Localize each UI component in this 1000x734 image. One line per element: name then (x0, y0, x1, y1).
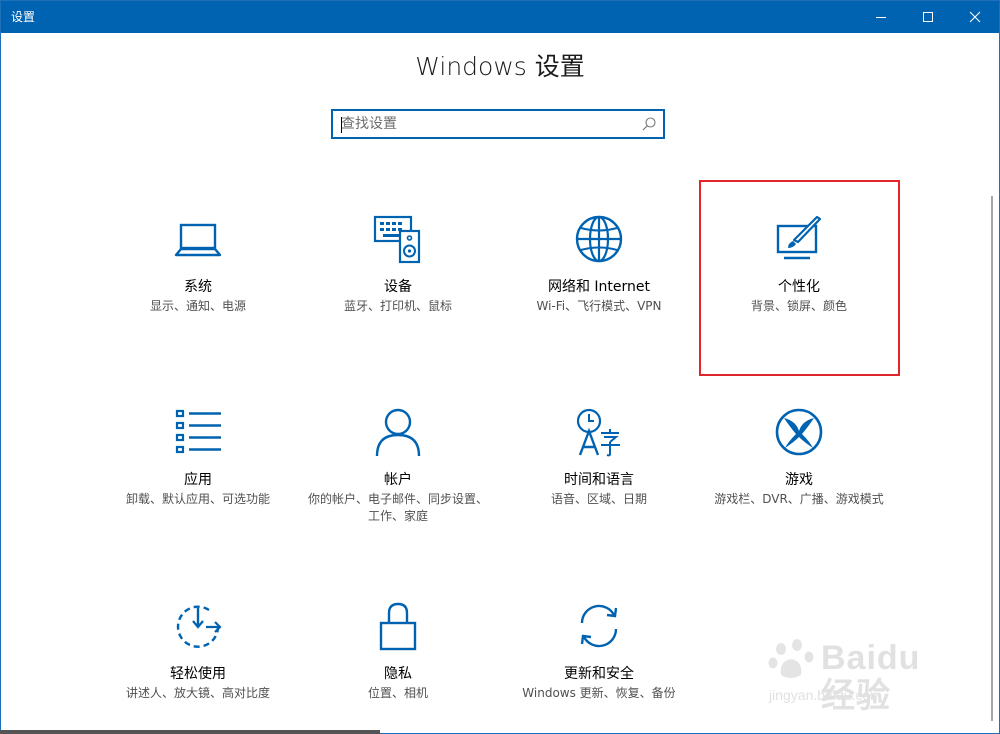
xbox-icon (775, 408, 823, 456)
list-icon (175, 409, 221, 454)
search-box[interactable] (331, 109, 665, 139)
highlight-annotation-box (699, 180, 900, 376)
settings-window: 设置 Windows 设置 系统 显示、通知、电源 (0, 0, 1000, 734)
maximize-button[interactable] (905, 1, 951, 33)
person-icon (375, 408, 421, 457)
tile-name: 游戏 (785, 472, 813, 488)
close-button[interactable] (952, 1, 998, 33)
clock-language-icon (576, 408, 620, 457)
tile-ease-of-access[interactable]: 轻松使用 讲述人、放大镜、高对比度 (103, 601, 293, 733)
tile-description: 你的帐户、电子邮件、同步设置、工作、家庭 (308, 492, 489, 523)
timer-icon (176, 605, 222, 648)
tile-devices[interactable]: 设备 蓝牙、打印机、鼠标 (303, 214, 493, 364)
tile-name: 设备 (384, 279, 412, 295)
tile-name: 更新和安全 (564, 666, 634, 682)
taskbar-edge (0, 730, 380, 734)
sync-icon (580, 604, 618, 648)
tile-name: 应用 (184, 472, 212, 488)
page-title: Windows 设置 (415, 52, 585, 81)
search-icon[interactable] (641, 116, 657, 132)
title-bar[interactable]: 设置 (1, 1, 999, 33)
tile-time-language[interactable]: 时间和语言 语音、区域、日期 (504, 407, 694, 557)
tile-name: 帐户 (384, 472, 412, 488)
watermark-text: Baidu经验 (821, 639, 921, 715)
tile-description: 卸载、默认应用、可选功能 (125, 492, 270, 506)
minimize-button[interactable] (858, 1, 904, 33)
baidu-watermark: Baidu经验 jingyan.baidu.com (761, 633, 951, 715)
tile-name: 系统 (184, 279, 212, 295)
tile-privacy[interactable]: 隐私 位置、相机 (303, 601, 493, 733)
tile-gaming[interactable]: 游戏 游戏栏、DVR、广播、游戏模式 (704, 407, 894, 557)
tile-description: 讲述人、放大镜、高对比度 (125, 686, 270, 700)
globe-icon (575, 215, 623, 263)
window-title: 设置 (11, 10, 36, 24)
tile-description: 语音、区域、日期 (550, 492, 647, 506)
minimize-icon (876, 17, 886, 18)
scrollbar[interactable] (991, 196, 993, 721)
tile-name: 轻松使用 (170, 666, 226, 682)
keyboard-speaker-icon (373, 215, 421, 264)
lock-icon (379, 602, 417, 651)
watermark-url: jingyan.baidu.com (769, 687, 882, 703)
tile-description: 游戏栏、DVR、广播、游戏模式 (714, 492, 884, 506)
tile-apps[interactable]: 应用 卸载、默认应用、可选功能 (103, 407, 293, 557)
tile-accounts[interactable]: 帐户 你的帐户、电子邮件、同步设置、工作、家庭 (303, 407, 493, 557)
tile-description: 显示、通知、电源 (149, 299, 246, 313)
maximize-icon (923, 12, 933, 22)
close-icon (969, 11, 981, 23)
laptop-icon (174, 223, 222, 257)
tile-description: 蓝牙、打印机、鼠标 (343, 299, 452, 313)
tile-name: 隐私 (384, 666, 412, 682)
tile-description: Windows 更新、恢复、备份 (522, 686, 676, 700)
tile-name: 网络和 Internet (547, 279, 651, 295)
tile-description: Wi-Fi、飞行模式、VPN (536, 299, 662, 313)
tile-network[interactable]: 网络和 Internet Wi-Fi、飞行模式、VPN (504, 214, 694, 364)
tile-description: 位置、相机 (367, 686, 428, 700)
tile-name: 时间和语言 (564, 472, 634, 488)
tile-update-security[interactable]: 更新和安全 Windows 更新、恢复、备份 (504, 601, 694, 733)
search-input[interactable] (341, 114, 631, 134)
tile-system[interactable]: 系统 显示、通知、电源 (103, 214, 293, 364)
paw-logo-icon (768, 639, 814, 678)
